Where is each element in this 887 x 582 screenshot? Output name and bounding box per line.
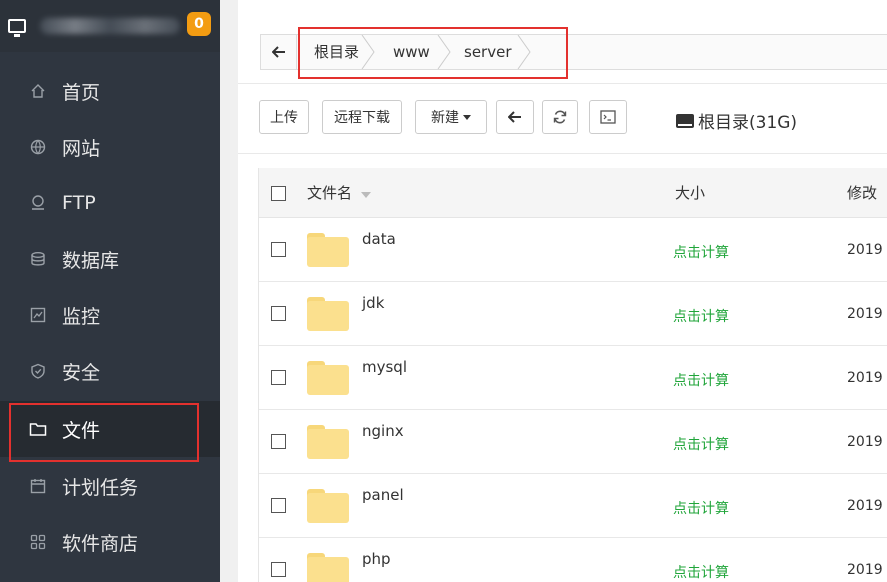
server-name-redacted <box>40 18 180 34</box>
table-row[interactable]: nginx 点击计算 2019 <box>259 410 887 474</box>
folder-icon <box>307 233 349 267</box>
new-dropdown-button[interactable]: 新建 <box>415 100 487 134</box>
file-name[interactable]: nginx <box>362 422 404 440</box>
sidebar: 0 首页 网站 FTP 数据库 监控 安全 文件 计划任务 软件商店 <box>0 0 220 582</box>
calendar-icon <box>28 476 48 496</box>
table-row[interactable]: panel 点击计算 2019 <box>259 474 887 538</box>
caret-down-icon <box>463 114 471 120</box>
folder-icon <box>307 489 349 523</box>
sidebar-item-home[interactable]: 首页 <box>0 63 220 119</box>
sidebar-item-label: FTP <box>62 192 96 214</box>
sidebar-item-label: 安全 <box>62 361 101 384</box>
table-row[interactable]: jdk 点击计算 2019 <box>259 282 887 346</box>
file-toolbar: 上传 远程下载 新建 根目录(31G) <box>238 84 887 154</box>
folder-icon <box>307 425 349 459</box>
file-name[interactable]: jdk <box>362 294 384 312</box>
ftp-icon <box>28 193 48 213</box>
modified-time: 2019 <box>847 562 883 578</box>
sidebar-item-database[interactable]: 数据库 <box>0 231 220 287</box>
select-all-checkbox[interactable] <box>271 186 286 201</box>
modified-time: 2019 <box>847 498 883 514</box>
refresh-icon <box>553 110 567 124</box>
disk-label: 根目录(31G) <box>698 113 798 133</box>
server-header: 0 <box>0 0 220 52</box>
file-name[interactable]: php <box>362 550 391 568</box>
hard-drive-icon <box>676 113 694 128</box>
column-header-name-label: 文件名 <box>307 184 353 202</box>
file-name[interactable]: panel <box>362 486 404 504</box>
monitor-icon <box>8 19 26 37</box>
sidebar-item-ftp[interactable]: FTP <box>0 175 220 231</box>
sidebar-item-label: 计划任务 <box>62 476 139 499</box>
row-checkbox[interactable] <box>271 242 286 257</box>
folder-icon <box>307 553 349 582</box>
row-checkbox[interactable] <box>271 306 286 321</box>
sidebar-item-software-store[interactable]: 软件商店 <box>0 514 220 570</box>
globe-icon <box>28 137 48 157</box>
column-header-mtime[interactable]: 修改 <box>847 168 877 218</box>
column-header-name[interactable]: 文件名 <box>307 168 371 218</box>
disk-info: 根目录(31G) <box>676 108 797 133</box>
terminal-icon <box>600 110 616 124</box>
upload-button[interactable]: 上传 <box>259 100 309 134</box>
row-checkbox[interactable] <box>271 434 286 449</box>
table-header: 文件名 大小 修改 <box>259 168 887 218</box>
arrow-left-icon <box>271 46 285 58</box>
sort-caret-icon <box>360 192 371 198</box>
back-button[interactable] <box>496 100 534 134</box>
monitor-chart-icon <box>28 305 48 325</box>
file-table: 文件名 大小 修改 data 点击计算 2019 jdk 点击计算 2019 m… <box>258 168 887 582</box>
calc-size-link[interactable]: 点击计算 <box>673 370 729 390</box>
modified-time: 2019 <box>847 306 883 322</box>
column-header-size[interactable]: 大小 <box>675 168 705 218</box>
main-panel: 根目录 www server 上传 远程下载 新建 根目录(31G) 文件名 大… <box>238 0 887 582</box>
notification-badge[interactable]: 0 <box>187 12 211 36</box>
sidebar-item-security[interactable]: 安全 <box>0 343 220 399</box>
highlight-box-breadcrumb <box>298 27 568 79</box>
remote-download-button[interactable]: 远程下载 <box>322 100 402 134</box>
folder-icon <box>307 361 349 395</box>
calc-size-link[interactable]: 点击计算 <box>673 306 729 326</box>
terminal-button[interactable] <box>589 100 627 134</box>
calc-size-link[interactable]: 点击计算 <box>673 562 729 582</box>
row-checkbox[interactable] <box>271 370 286 385</box>
file-name[interactable]: mysql <box>362 358 407 376</box>
shield-icon <box>28 361 48 381</box>
modified-time: 2019 <box>847 434 883 450</box>
table-row[interactable]: data 点击计算 2019 <box>259 218 887 282</box>
sidebar-item-label: 数据库 <box>62 249 120 272</box>
calc-size-link[interactable]: 点击计算 <box>673 498 729 518</box>
sidebar-item-label: 监控 <box>62 305 101 328</box>
arrow-left-icon <box>508 111 521 123</box>
calc-size-link[interactable]: 点击计算 <box>673 434 729 454</box>
grid-icon <box>28 532 48 552</box>
file-name[interactable]: data <box>362 230 396 248</box>
sidebar-item-cron[interactable]: 计划任务 <box>0 458 220 514</box>
folder-icon <box>307 297 349 331</box>
row-checkbox[interactable] <box>271 498 286 513</box>
database-icon <box>28 249 48 269</box>
sidebar-item-label: 网站 <box>62 137 101 160</box>
breadcrumb-back-button[interactable] <box>261 35 297 69</box>
sidebar-item-label: 首页 <box>62 81 101 104</box>
sidebar-item-label: 软件商店 <box>62 532 139 555</box>
highlight-box-files <box>9 403 199 462</box>
calc-size-link[interactable]: 点击计算 <box>673 242 729 262</box>
home-icon <box>28 81 48 101</box>
refresh-button[interactable] <box>542 100 578 134</box>
modified-time: 2019 <box>847 242 883 258</box>
sidebar-item-monitor[interactable]: 监控 <box>0 287 220 343</box>
new-button-label: 新建 <box>431 110 459 126</box>
row-checkbox[interactable] <box>271 562 286 577</box>
table-row[interactable]: mysql 点击计算 2019 <box>259 346 887 410</box>
modified-time: 2019 <box>847 370 883 386</box>
sidebar-item-website[interactable]: 网站 <box>0 119 220 175</box>
table-row[interactable]: php 点击计算 2019 <box>259 538 887 582</box>
